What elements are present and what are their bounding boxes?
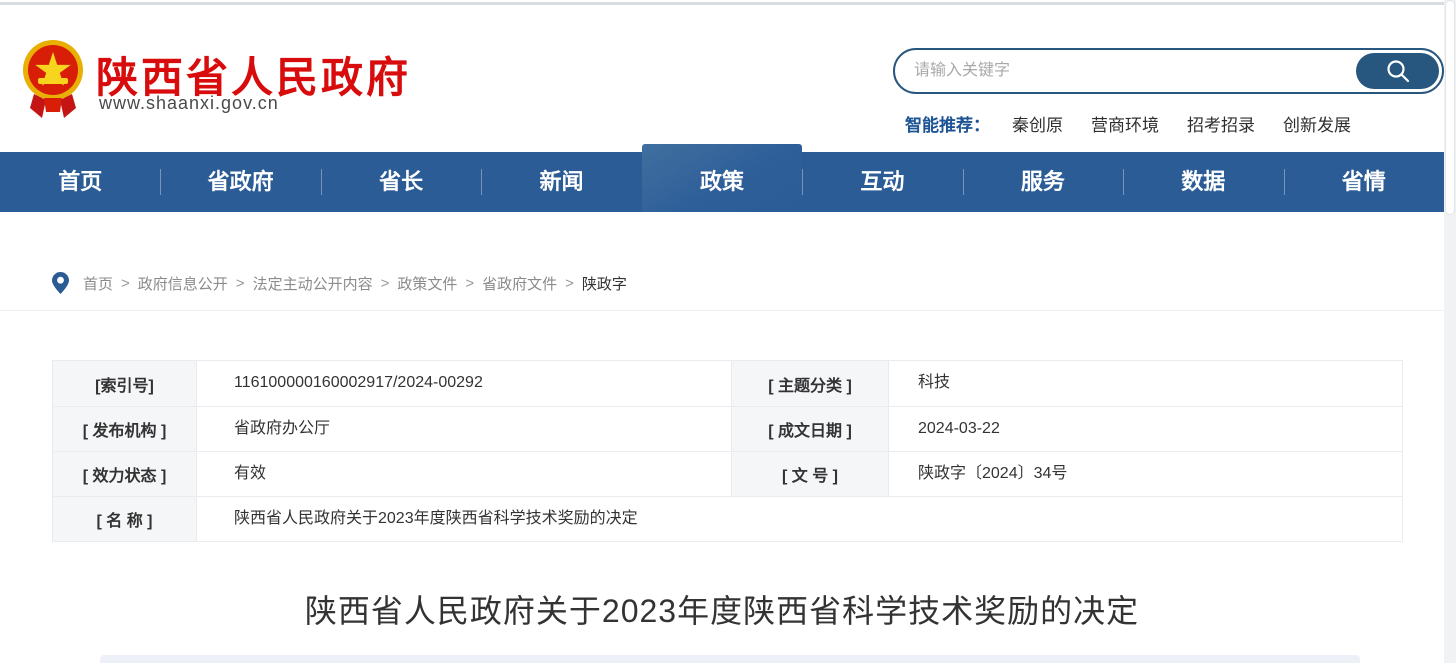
meta-value-validity-status: 有效 <box>197 452 732 496</box>
meta-label-issuing-agency: [ 发布机构 ] <box>53 407 197 451</box>
meta-label-document-name: [ 名 称 ] <box>53 497 197 541</box>
meta-label-issue-date: [ 成文日期 ] <box>732 407 889 451</box>
recommend-link-business-env[interactable]: 营商环境 <box>1091 111 1159 136</box>
breadcrumb-gov-info-disclosure[interactable]: 政府信息公开 <box>138 273 228 294</box>
search-button[interactable] <box>1356 53 1439 89</box>
document-meta-table: [索引号] 116100000160002917/2024-00292 [ 主题… <box>52 360 1403 542</box>
breadcrumb-separator: > <box>121 275 130 292</box>
meta-value-issuing-agency: 省政府办公厅 <box>197 407 732 451</box>
breadcrumb-statutory-disclosure[interactable]: 法定主动公开内容 <box>253 273 373 294</box>
breadcrumb: 首页 > 政府信息公开 > 法定主动公开内容 > 政策文件 > 省政府文件 > … <box>52 272 627 294</box>
breadcrumb-current-shanzhengzi: 陕政字 <box>582 273 627 294</box>
next-section-top-edge <box>100 655 1360 663</box>
vertical-scrollbar-track[interactable] <box>1444 0 1456 663</box>
vertical-scrollbar-thumb[interactable] <box>1445 0 1455 215</box>
meta-value-issue-date: 2024-03-22 <box>889 407 1402 451</box>
smart-recommend-label: 智能推荐： <box>905 111 990 136</box>
nav-item-province-profile[interactable]: 省情 <box>1284 152 1444 212</box>
recommend-link-innovation[interactable]: 创新发展 <box>1283 111 1351 136</box>
meta-value-document-number: 陕政字〔2024〕34号 <box>889 452 1402 496</box>
site-url: www.shaanxi.gov.cn <box>99 93 279 114</box>
nav-item-policy-active[interactable]: 政策 <box>642 144 802 212</box>
breadcrumb-separator: > <box>565 275 574 292</box>
meta-label-validity-status: [ 效力状态 ] <box>53 452 197 496</box>
breadcrumb-divider <box>0 310 1444 311</box>
page-top-border <box>0 2 1456 5</box>
breadcrumb-separator: > <box>465 275 474 292</box>
table-row: [ 发布机构 ] 省政府办公厅 [ 成文日期 ] 2024-03-22 <box>53 406 1402 451</box>
breadcrumb-home[interactable]: 首页 <box>83 273 113 294</box>
page-title: 陕西省人民政府关于2023年度陕西省科学技术奖励的决定 <box>0 586 1444 632</box>
national-emblem-icon <box>22 36 84 118</box>
nav-item-governor[interactable]: 省长 <box>321 152 481 212</box>
nav-item-data[interactable]: 数据 <box>1123 152 1283 212</box>
meta-value-document-name: 陕西省人民政府关于2023年度陕西省科学技术奖励的决定 <box>197 497 1402 541</box>
national-emblem-logo[interactable] <box>22 36 84 118</box>
meta-value-topic-category: 科技 <box>889 361 1402 406</box>
table-row: [ 效力状态 ] 有效 [ 文 号 ] 陕政字〔2024〕34号 <box>53 451 1402 496</box>
main-navigation: 首页 省政府 省长 新闻 政策 互动 服务 数据 省情 <box>0 152 1444 212</box>
search-box <box>893 48 1444 94</box>
nav-item-services[interactable]: 服务 <box>963 152 1123 212</box>
nav-item-interaction[interactable]: 互动 <box>802 152 962 212</box>
breadcrumb-provincial-gov-documents[interactable]: 省政府文件 <box>482 273 557 294</box>
location-pin-icon <box>52 272 69 294</box>
nav-item-news[interactable]: 新闻 <box>481 152 641 212</box>
recommend-link-qinchuangyuan[interactable]: 秦创原 <box>1012 111 1063 136</box>
table-row: [ 名 称 ] 陕西省人民政府关于2023年度陕西省科学技术奖励的决定 <box>53 496 1402 541</box>
meta-value-index-number: 116100000160002917/2024-00292 <box>197 361 732 406</box>
meta-label-document-number: [ 文 号 ] <box>732 452 889 496</box>
magnifier-icon <box>1385 58 1411 84</box>
breadcrumb-policy-documents[interactable]: 政策文件 <box>397 273 457 294</box>
nav-item-home[interactable]: 首页 <box>0 152 160 212</box>
meta-label-topic-category: [ 主题分类 ] <box>732 361 889 406</box>
recommend-link-recruitment[interactable]: 招考招录 <box>1187 111 1255 136</box>
meta-label-index-number: [索引号] <box>53 361 197 406</box>
breadcrumb-separator: > <box>381 275 390 292</box>
smart-recommend-bar: 智能推荐： 秦创原 营商环境 招考招录 创新发展 <box>905 111 1379 136</box>
nav-item-provincial-government[interactable]: 省政府 <box>160 152 320 212</box>
table-row: [索引号] 116100000160002917/2024-00292 [ 主题… <box>53 361 1402 406</box>
breadcrumb-separator: > <box>236 275 245 292</box>
